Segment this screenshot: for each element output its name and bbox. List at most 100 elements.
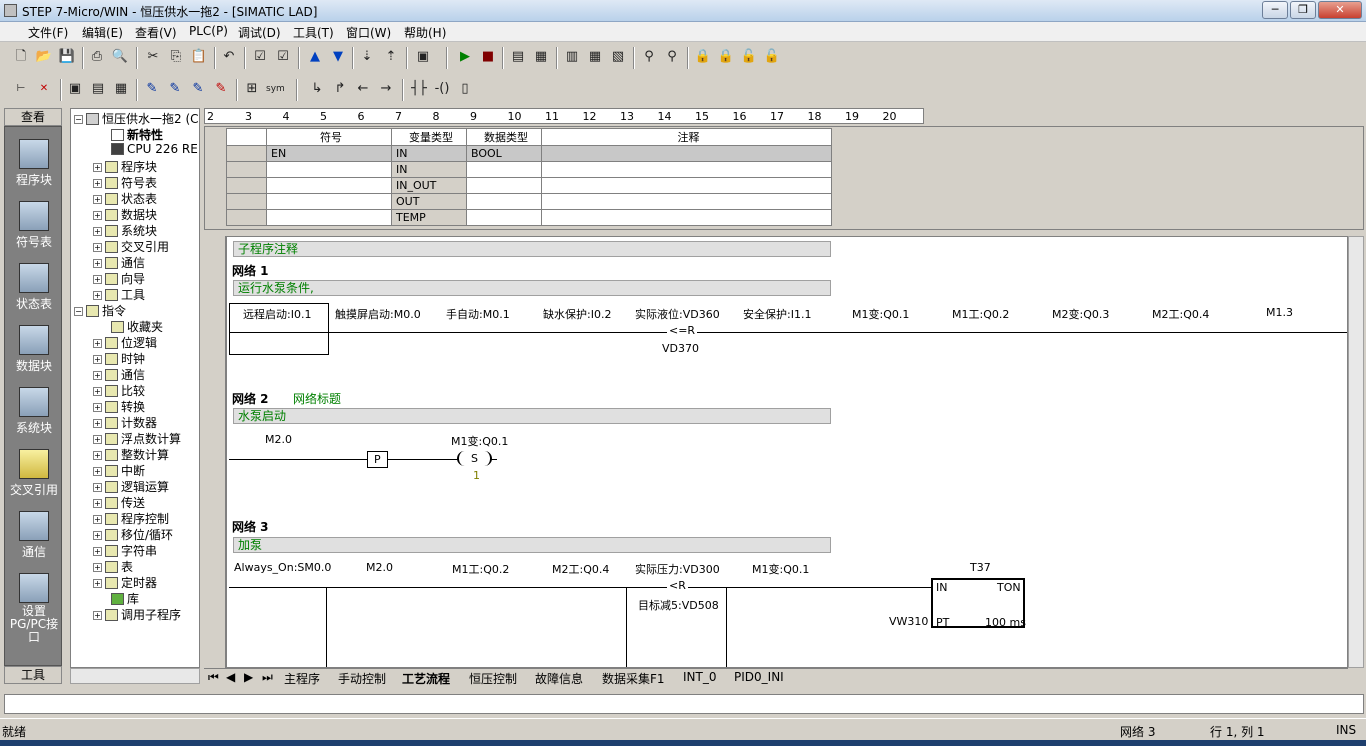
tab-data-collection[interactable]: 数据采集F1 (602, 670, 665, 687)
tree-item[interactable]: + 逻辑运算 (93, 478, 169, 495)
stop-icon[interactable]: ■ (479, 48, 497, 66)
tab-manual[interactable]: 手动控制 (338, 670, 386, 687)
tree-item[interactable]: + 表 (93, 558, 133, 575)
upload-icon[interactable]: ▲ (306, 48, 324, 66)
menu-tools[interactable]: 工具(T) (293, 24, 334, 41)
tab-main[interactable]: 主程序 (284, 670, 320, 687)
tree-item[interactable]: + 浮点数计算 (93, 430, 181, 447)
symbol-address-icon[interactable]: ⊞ (243, 80, 261, 98)
chart-icon[interactable]: ▦ (586, 48, 604, 66)
tree-item[interactable]: + 交叉引用 (93, 238, 169, 255)
output-window[interactable] (4, 694, 1364, 714)
table-row[interactable]: EN IN BOOL (226, 145, 832, 162)
nav-data-block[interactable]: 数据块 (5, 325, 63, 374)
program-status-icon[interactable]: ▤ (509, 48, 527, 66)
trend-icon[interactable]: ▥ (563, 48, 581, 66)
menu-view[interactable]: 查看(V) (135, 24, 177, 41)
print-preview-icon[interactable]: 🔍 (111, 48, 129, 66)
tree-item[interactable]: + 中断 (93, 462, 145, 479)
ladder-editor[interactable]: 子程序注释 网络 1 运行水泵条件, 远程启动:I0.1 触摸屏启动:M0.0 … (226, 236, 1348, 668)
tab-nav-last[interactable]: ⏭ (262, 670, 273, 685)
status-table-icon[interactable]: ▦ (532, 48, 550, 66)
nav-communication[interactable]: 通信 (5, 511, 63, 560)
timer-box[interactable]: IN TON PT 100 ms (931, 578, 1026, 629)
table-row[interactable]: IN (226, 161, 832, 178)
sort-desc-icon[interactable]: ⇡ (382, 48, 400, 66)
tab-nav-prev[interactable]: ◀ (226, 670, 235, 684)
tree-item[interactable]: 库 (111, 590, 139, 607)
bookmark-icon[interactable]: ✎ (143, 80, 161, 98)
table-row[interactable]: IN_OUT (226, 177, 832, 194)
tree-horizontal-scrollbar[interactable] (70, 668, 200, 684)
tab-constant-pressure[interactable]: 恒压控制 (469, 670, 517, 687)
insert-network-icon[interactable]: ⊢ (12, 80, 30, 98)
new-icon[interactable]: 🗋 (12, 48, 30, 66)
tree-item[interactable]: + 转换 (93, 398, 145, 415)
tab-process[interactable]: 工艺流程 (402, 670, 450, 687)
tree-item[interactable]: + 状态表 (93, 190, 157, 207)
line-right-icon[interactable]: → (377, 80, 395, 98)
run-icon[interactable]: ▶ (456, 48, 474, 66)
line-down-icon[interactable]: ↳ (308, 80, 326, 98)
tree-item[interactable]: + 通信 (93, 254, 145, 271)
lock-icon[interactable]: 🔒 (694, 48, 712, 66)
tree-item[interactable]: + 向导 (93, 270, 145, 287)
nav-symbol-table[interactable]: 符号表 (5, 201, 63, 250)
tree-item[interactable]: + 定时器 (93, 574, 157, 591)
compile-all-icon[interactable]: ☑ (274, 48, 292, 66)
network-2-title[interactable]: 网络标题 (293, 390, 341, 407)
cut-icon[interactable]: ✂ (144, 48, 162, 66)
tab-nav-next[interactable]: ▶ (244, 670, 253, 684)
contact-icon[interactable]: ┤├ (410, 80, 428, 98)
unlock-icon[interactable]: 🔓 (740, 48, 758, 66)
nav-cross-reference[interactable]: 交叉引用 (5, 449, 63, 498)
tree-item[interactable]: CPU 226 REL (111, 142, 199, 156)
compile-icon[interactable]: ☑ (251, 48, 269, 66)
tree-item[interactable]: + 调用子程序 (93, 606, 181, 623)
open-icon[interactable]: 📂 (35, 48, 53, 66)
tree-item[interactable]: + 程序块 (93, 158, 157, 175)
options-icon[interactable]: ▣ (414, 48, 432, 66)
menu-file[interactable]: 文件(F) (28, 24, 68, 41)
print-icon[interactable]: ⎙ (88, 48, 106, 66)
network-2-comment[interactable]: 水泵启动 (233, 408, 831, 424)
nav-set-pgpc[interactable]: 设置PG/PC接口 (5, 573, 63, 644)
sym-icon[interactable]: sym (266, 80, 285, 98)
tree-item[interactable]: + 比较 (93, 382, 145, 399)
tree-item[interactable]: + 移位/循环 (93, 526, 173, 543)
subroutine-comment[interactable]: 子程序注释 (233, 241, 831, 257)
tree-root[interactable]: − 恒压供水一拖2 (C (74, 110, 199, 127)
network-1-comment[interactable]: 运行水泵条件, (233, 280, 831, 296)
pou-icon[interactable]: ▣ (66, 80, 84, 98)
tree-item[interactable]: + 符号表 (93, 174, 157, 191)
nav-system-block[interactable]: 系统块 (5, 387, 63, 436)
bookmark-next-icon[interactable]: ✎ (166, 80, 184, 98)
sort-asc-icon[interactable]: ⇣ (358, 48, 376, 66)
tab-fault-info[interactable]: 故障信息 (535, 670, 583, 687)
tree-item[interactable]: + 传送 (93, 494, 145, 511)
tree-item[interactable]: + 整数计算 (93, 446, 169, 463)
tree-item[interactable]: 收藏夹 (111, 318, 163, 335)
menu-window[interactable]: 窗口(W) (346, 24, 391, 41)
table-row[interactable]: OUT (226, 193, 832, 210)
tree-item[interactable]: + 时钟 (93, 350, 145, 367)
box-icon[interactable]: ▯ (456, 80, 474, 98)
line-left-icon[interactable]: ← (354, 80, 372, 98)
tree-item[interactable]: + 通信 (93, 366, 145, 383)
menu-plc[interactable]: PLC(P) (189, 24, 228, 38)
line-up-icon[interactable]: ↱ (331, 80, 349, 98)
minimize-button[interactable]: ─ (1262, 1, 1288, 19)
tree-item[interactable]: − 指令 (74, 302, 126, 319)
force-icon[interactable]: ⚲ (640, 48, 658, 66)
bookmark-delete-icon[interactable]: ✎ (212, 80, 230, 98)
nav-program-block[interactable]: 程序块 (5, 139, 63, 188)
read-icon[interactable]: ▧ (609, 48, 627, 66)
lock2-icon[interactable]: 🔒 (717, 48, 735, 66)
comment-icon[interactable]: ▦ (112, 80, 130, 98)
download-icon[interactable]: ▼ (329, 48, 347, 66)
unforce-icon[interactable]: ⚲ (663, 48, 681, 66)
tree-item[interactable]: + 系统块 (93, 222, 157, 239)
table-row[interactable]: TEMP (226, 209, 832, 226)
bookmark-prev-icon[interactable]: ✎ (189, 80, 207, 98)
maximize-button[interactable]: ❐ (1290, 1, 1316, 19)
